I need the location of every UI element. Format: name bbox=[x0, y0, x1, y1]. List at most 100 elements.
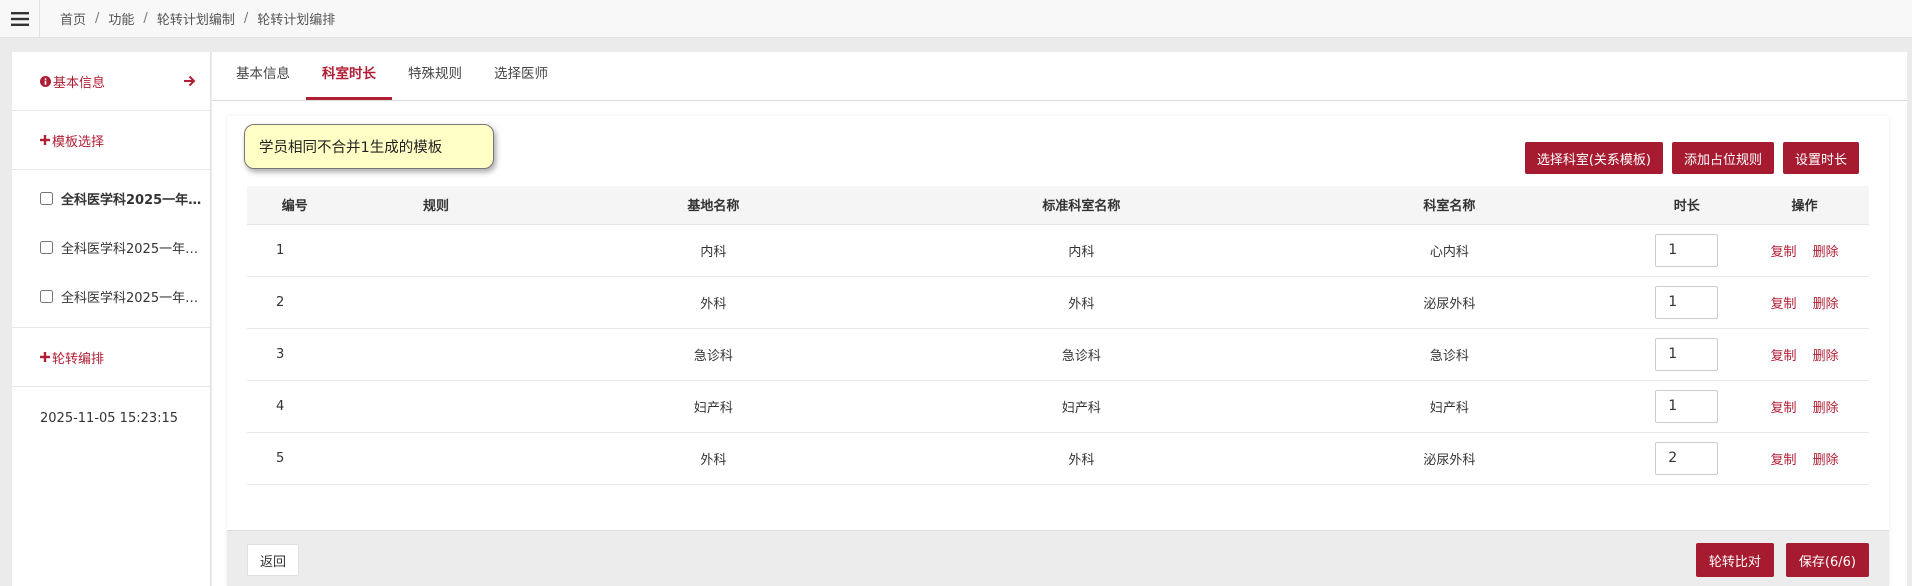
cell-std-dept: 内科 bbox=[897, 224, 1266, 277]
tab-special-rules[interactable]: 特殊规则 bbox=[392, 51, 478, 100]
cell-base: 外科 bbox=[529, 276, 898, 329]
breadcrumb-plan-compile[interactable]: 轮转计划编制 bbox=[157, 9, 235, 28]
template-item[interactable]: 全科医学科2025一年制(临床技能规范化) bbox=[12, 174, 210, 223]
cell-dept: 急诊科 bbox=[1265, 328, 1634, 381]
plus-icon bbox=[40, 135, 50, 145]
footer-bar: 返回 轮转比对 保存(6/6) bbox=[227, 530, 1889, 586]
template-checkbox[interactable] bbox=[40, 241, 53, 254]
duration-input[interactable] bbox=[1655, 441, 1719, 475]
select-dept-button[interactable]: 选择科室(关系模板) bbox=[1524, 142, 1663, 174]
plus-icon bbox=[40, 352, 50, 362]
template-label: 全科医学科2025一年制(临床技能规范化) bbox=[61, 291, 209, 306]
hamburger-icon bbox=[10, 11, 29, 26]
footer-actions: 轮转比对 保存(6/6) bbox=[1695, 543, 1869, 577]
cell-base: 内科 bbox=[529, 224, 898, 277]
col-header-dept: 科室名称 bbox=[1265, 186, 1634, 225]
template-callout: 学员相同不合并1生成的模板 bbox=[244, 124, 494, 169]
menu-toggle-button[interactable] bbox=[0, 0, 40, 38]
cell-rule bbox=[342, 328, 530, 381]
content-card: 学员相同不合并1生成的模板 选择科室(关系模板) 添加占位规则 设置时长 编号 … bbox=[227, 116, 1889, 586]
sidebar-item-label: 基本信息 bbox=[53, 75, 106, 91]
tab-basic-info[interactable]: 基本信息 bbox=[220, 51, 306, 100]
cell-rule bbox=[342, 276, 530, 329]
breadcrumb-separator: / bbox=[95, 11, 100, 26]
col-header-ops: 操作 bbox=[1740, 186, 1869, 225]
add-placeholder-rule-button[interactable]: 添加占位规则 bbox=[1671, 142, 1774, 174]
cell-num: 4 bbox=[247, 380, 343, 433]
duration-input[interactable] bbox=[1655, 285, 1719, 319]
back-button[interactable]: 返回 bbox=[247, 544, 300, 576]
cell-num: 2 bbox=[247, 276, 343, 329]
template-checkbox[interactable] bbox=[40, 290, 53, 303]
cell-duration bbox=[1633, 224, 1741, 277]
info-circle-icon bbox=[40, 75, 51, 87]
cell-std-dept: 外科 bbox=[897, 432, 1266, 485]
sidebar-item-label: 模板选择 bbox=[52, 134, 105, 150]
template-item[interactable]: 全科医学科2025一年制(临床技能规范化) bbox=[12, 223, 210, 272]
template-item[interactable]: 全科医学科2025一年制(临床技能规范化) bbox=[12, 272, 210, 321]
cell-ops: 复制 删除 bbox=[1740, 432, 1869, 485]
duration-input[interactable] bbox=[1655, 389, 1719, 423]
cell-dept: 泌尿外科 bbox=[1265, 276, 1634, 329]
sidebar-item-basic-info[interactable]: 基本信息 bbox=[12, 52, 210, 111]
delete-link[interactable]: 删除 bbox=[1813, 453, 1839, 468]
sidebar-item-label: 轮转编排 bbox=[52, 351, 105, 367]
tab-select-doctor[interactable]: 选择医师 bbox=[478, 51, 564, 100]
rotation-compare-button[interactable]: 轮转比对 bbox=[1695, 543, 1774, 577]
cell-std-dept: 急诊科 bbox=[897, 328, 1266, 381]
cell-duration bbox=[1633, 432, 1741, 485]
breadcrumb-home[interactable]: 首页 bbox=[60, 9, 86, 28]
delete-link[interactable]: 删除 bbox=[1813, 401, 1839, 416]
table-row: 2外科外科泌尿外科复制删除 bbox=[247, 276, 1869, 329]
breadcrumb-function[interactable]: 功能 bbox=[108, 9, 134, 28]
cell-ops: 复制 删除 bbox=[1740, 328, 1869, 381]
col-header-rule: 规则 bbox=[342, 186, 530, 225]
cell-num: 3 bbox=[247, 328, 343, 381]
delete-link[interactable]: 删除 bbox=[1813, 349, 1839, 364]
duration-input[interactable] bbox=[1655, 337, 1719, 371]
cell-base: 妇产科 bbox=[529, 380, 898, 433]
cell-std-dept: 外科 bbox=[897, 276, 1266, 329]
tab-bar: 基本信息 科室时长 特殊规则 选择医师 bbox=[212, 52, 1907, 101]
table-row: 5外科外科泌尿外科复制删除 bbox=[247, 432, 1869, 485]
cell-ops: 复制 删除 bbox=[1740, 380, 1869, 433]
table-row: 1内科内科心内科复制删除 bbox=[247, 224, 1869, 277]
sidebar-item-rotation-schedule[interactable]: 轮转编排 bbox=[12, 328, 210, 387]
cell-dept: 妇产科 bbox=[1265, 380, 1634, 433]
copy-link[interactable]: 复制 bbox=[1771, 453, 1797, 468]
arrow-right-icon[interactable] bbox=[183, 75, 196, 87]
left-panel: 基本信息 模板选择 全科医学科2025一年制(临床技能规范化) 全科医学科202… bbox=[12, 52, 211, 586]
delete-link[interactable]: 删除 bbox=[1813, 245, 1839, 260]
cell-rule bbox=[342, 380, 530, 433]
save-button[interactable]: 保存(6/6) bbox=[1785, 543, 1869, 577]
cell-ops: 复制 删除 bbox=[1740, 276, 1869, 329]
main-panel: 基本信息 科室时长 特殊规则 选择医师 学员相同不合并1生成的模板 选择科室(关… bbox=[212, 52, 1907, 586]
cell-base: 急诊科 bbox=[529, 328, 898, 381]
table-row: 3急诊科急诊科急诊科复制删除 bbox=[247, 328, 1869, 381]
copy-link[interactable]: 复制 bbox=[1771, 401, 1797, 416]
timestamp: 2025-11-05 15:23:15 bbox=[40, 411, 179, 426]
tab-dept-duration[interactable]: 科室时长 bbox=[306, 51, 392, 100]
cell-num: 1 bbox=[247, 224, 343, 277]
col-header-num: 编号 bbox=[247, 186, 343, 225]
action-toolbar: 选择科室(关系模板) 添加占位规则 设置时长 bbox=[1524, 142, 1859, 174]
breadcrumb-separator: / bbox=[243, 11, 249, 26]
dept-duration-table: 编号 规则 基地名称 标准科室名称 科室名称 时长 操作 1内科内科心内科复制删… bbox=[247, 186, 1869, 485]
copy-link[interactable]: 复制 bbox=[1771, 297, 1797, 312]
template-checkbox[interactable] bbox=[40, 192, 53, 205]
template-label: 全科医学科2025一年制(临床技能规范化) bbox=[61, 242, 209, 257]
set-duration-button[interactable]: 设置时长 bbox=[1782, 142, 1859, 174]
cell-duration bbox=[1633, 276, 1741, 329]
delete-link[interactable]: 删除 bbox=[1813, 297, 1839, 312]
col-header-std-dept: 标准科室名称 bbox=[897, 186, 1266, 225]
cell-dept: 泌尿外科 bbox=[1265, 432, 1634, 485]
duration-input[interactable] bbox=[1655, 233, 1719, 267]
copy-link[interactable]: 复制 bbox=[1771, 349, 1797, 364]
breadcrumb-separator: / bbox=[143, 11, 148, 26]
cell-num: 5 bbox=[247, 432, 343, 485]
col-header-base: 基地名称 bbox=[529, 186, 898, 225]
cell-rule bbox=[342, 432, 530, 485]
table-header-row: 编号 规则 基地名称 标准科室名称 科室名称 时长 操作 bbox=[247, 186, 1869, 225]
copy-link[interactable]: 复制 bbox=[1771, 245, 1797, 260]
sidebar-item-template-select[interactable]: 模板选择 bbox=[12, 111, 210, 170]
